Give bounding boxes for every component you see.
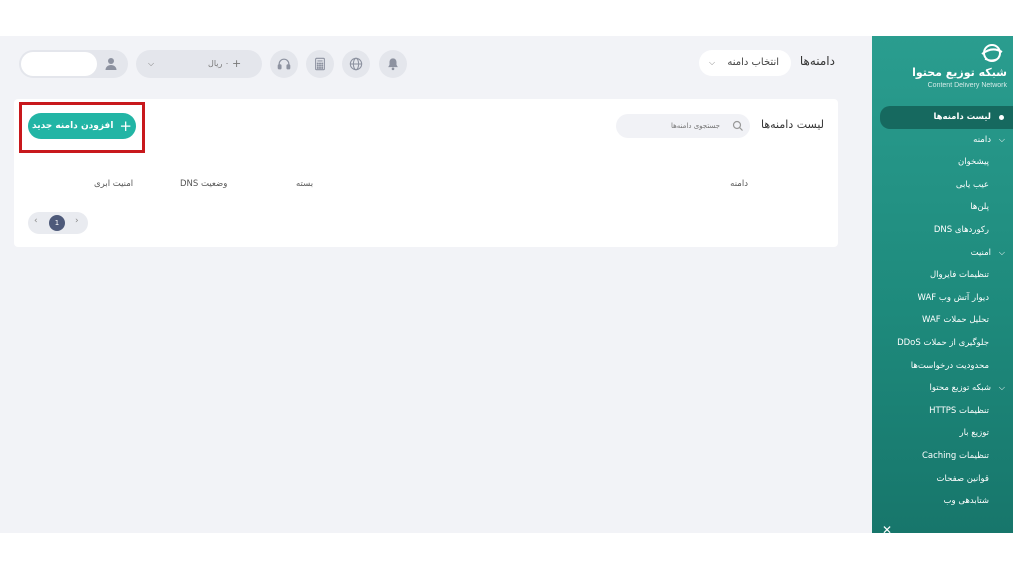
sidebar-item-label: امنیت [970,247,991,258]
sidebar-item-label: جلوگیری از حملات DDoS [897,337,989,348]
chevron-left-icon[interactable]: ‹ [34,216,38,226]
balance-amount: ۰ ریال [208,59,230,68]
sidebar-item-label: قوانین صفحات [936,473,989,484]
chevron-right-icon[interactable]: › [75,216,79,226]
domain-select[interactable]: انتخاب دامنه ⌵ [699,50,791,76]
brand-subtitle: Content Delivery Network [927,82,1007,89]
user-field[interactable] [21,52,97,76]
sidebar-item[interactable]: پیشخوان [872,151,1013,174]
sidebar-item-label: دیوار آتش وب WAF [917,292,989,303]
sidebar-item[interactable]: ⌵ امنیت [872,242,1013,265]
chevron-down-icon: ⌵ [148,59,155,68]
sidebar-item-label: رکوردهای DNS [933,224,989,235]
sidebar-item[interactable]: پلن‌ها [872,196,1013,219]
sidebar-item[interactable]: لیست دامنه‌ها [880,106,1013,129]
chevron-down-icon: ⌵ [709,58,716,67]
sidebar-item[interactable]: تنظیمات فایروال [872,264,1013,287]
sidebar-item-label: تنظیمات فایروال [929,270,989,281]
sidebar-item-label: پیشخوان [958,157,989,168]
sidebar-item-label: تنظیمات Caching [921,450,989,461]
user-menu[interactable] [19,50,128,78]
sidebar-item[interactable]: رکوردهای DNS [872,219,1013,242]
plus-icon[interactable]: + [232,50,241,78]
sidebar-item[interactable]: جلوگیری از حملات DDoS [872,332,1013,355]
support-button[interactable] [270,50,298,78]
app-window: شبکه توزیع محتوا Content Delivery Networ… [0,36,1013,533]
sidebar-item-label: تنظیمات HTTPS [929,405,989,416]
page-number[interactable]: 1 [49,215,65,231]
page-title: دامنه‌ها [799,54,835,68]
sidebar-item[interactable]: ⌵ شبکه توزیع محتوا [872,377,1013,400]
search-input[interactable] [620,114,720,138]
domain-search[interactable] [616,114,750,138]
highlight-box [19,102,145,153]
sidebar-item-label: عیب یابی [955,179,989,190]
column-cloud-security: امنیت ابری [94,179,134,189]
language-button[interactable] [342,50,370,78]
user-icon [105,58,117,70]
brand-title: شبکه توزیع محتوا [912,66,1007,79]
sidebar-item[interactable]: شتابدهی وب [872,490,1013,513]
sidebar-item[interactable]: تحلیل حملات WAF [872,309,1013,332]
sidebar-item-label: لیست دامنه‌ها [933,112,991,122]
sidebar-item[interactable]: قوانین صفحات [872,468,1013,491]
sidebar-item-label: محدودیت درخواست‌ها [910,360,989,371]
domain-list-card: لیست دامنه‌ها + افزودن دامنه جدید دامنه … [14,99,838,247]
sidebar-item[interactable]: دیوار آتش وب WAF [872,287,1013,310]
sidebar-item[interactable]: تنظیمات HTTPS [872,400,1013,423]
wallet-balance[interactable]: + ۰ ریال ⌵ [136,50,262,78]
headset-icon [277,58,291,70]
sidebar-item-label: تحلیل حملات WAF [922,315,989,326]
sidebar-item[interactable]: محدودیت درخواست‌ها [872,355,1013,378]
sidebar-item-label: پلن‌ها [970,202,989,213]
collapse-icon[interactable]: ✕ [882,523,892,533]
pagination: ‹ 1 › [28,212,88,234]
globe-icon [349,57,363,71]
sidebar-item[interactable]: توزیع بار [872,422,1013,445]
search-icon [732,120,743,131]
cdn-logo-icon [981,44,1003,62]
bell-icon [388,58,398,71]
sidebar: شبکه توزیع محتوا Content Delivery Networ… [872,36,1013,533]
column-domain: دامنه [730,179,748,189]
chevron-down-icon: ⌵ [998,383,1005,393]
sidebar-item[interactable]: تنظیمات Caching [872,445,1013,468]
sidebar-item-label: دامنه [973,134,991,145]
sidebar-nav: لیست دامنه‌ها ⌵ دامنه پیشخوان عیب یابی پلن‌ها… [872,106,1013,513]
column-plan: بسته [296,179,314,189]
calculator-button[interactable] [306,50,334,78]
active-dot-icon [999,115,1004,120]
calculator-icon [315,57,325,71]
domain-select-label: انتخاب دامنه [727,57,779,68]
column-dns-status: وضعیت DNS [180,179,228,189]
sidebar-item-label: شبکه توزیع محتوا [929,383,991,394]
card-title: لیست دامنه‌ها [761,118,824,131]
sidebar-item[interactable]: ⌵ دامنه [872,129,1013,152]
chevron-down-icon: ⌵ [998,247,1005,257]
chevron-down-icon: ⌵ [998,134,1005,144]
sidebar-item[interactable]: عیب یابی [872,174,1013,197]
sidebar-item-label: توزیع بار [959,428,989,439]
sidebar-item-label: شتابدهی وب [943,496,989,507]
notifications-button[interactable] [379,50,407,78]
